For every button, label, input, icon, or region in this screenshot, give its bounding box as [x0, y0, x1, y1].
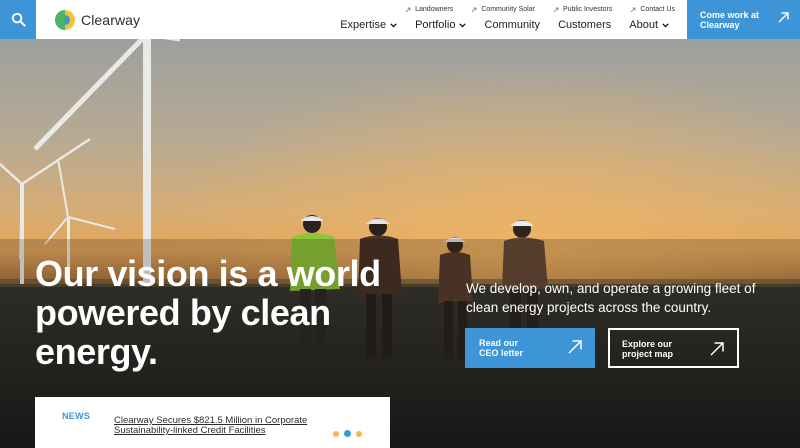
chevron-down-icon	[390, 22, 397, 28]
chevron-down-icon	[459, 22, 467, 28]
come-work-button[interactable]: Come work at Clearway	[687, 0, 800, 39]
site-header: Clearway Landowners Community Solar Publ…	[0, 0, 800, 39]
nav-label: Community	[484, 19, 541, 31]
nav-about[interactable]: About	[629, 19, 669, 31]
carousel-dot[interactable]	[333, 430, 339, 437]
clearway-logo[interactable]: Clearway	[54, 9, 140, 31]
util-link-community-solar[interactable]: Community Solar	[471, 6, 535, 13]
news-label: NEWS	[62, 411, 91, 421]
news-headline-link[interactable]: Clearway Secures $821.5 Million in Corpo…	[114, 416, 344, 436]
nav-portfolio[interactable]: Portfolio	[415, 19, 467, 31]
headline-line-1: Our vision is a world	[35, 253, 381, 294]
nav-label: Customers	[558, 19, 612, 31]
hero-subhead: We develop, own, and operate a growing f…	[466, 281, 756, 315]
util-link-public-investors[interactable]: Public Investors	[553, 6, 612, 13]
hero-section: Our vision is a world powered by clean e…	[0, 39, 800, 448]
read-ceo-letter-button[interactable]: Read our CEO letter	[465, 328, 595, 368]
headline-line-3: energy.	[35, 331, 158, 372]
util-link-label: Landowners	[415, 6, 454, 13]
nav-customers[interactable]: Customers	[558, 19, 611, 31]
news-card: NEWS Clearway Secures $821.5 Million in …	[35, 397, 390, 448]
util-link-contact-us[interactable]: Contact Us	[630, 6, 675, 13]
arrow-up-right-icon	[568, 340, 582, 354]
hero-headline: Our vision is a world powered by clean e…	[35, 254, 415, 371]
carousel-dots	[333, 430, 362, 437]
utility-nav: Landowners Community Solar Public Invest…	[405, 6, 675, 13]
external-link-icon	[553, 7, 559, 12]
util-link-label: Contact Us	[640, 6, 675, 13]
arrow-up-right-icon	[710, 342, 724, 356]
external-link-icon	[405, 7, 411, 12]
util-link-landowners[interactable]: Landowners	[405, 6, 453, 13]
nav-expertise[interactable]: Expertise	[340, 19, 397, 31]
search-icon	[11, 12, 26, 27]
util-link-label: Community Solar	[481, 6, 535, 13]
chevron-down-icon	[662, 22, 669, 28]
nav-community[interactable]: Community	[484, 19, 540, 31]
nav-label: Expertise	[340, 19, 387, 31]
nav-label: Portfolio	[415, 19, 456, 31]
arrow-up-right-icon	[778, 12, 789, 23]
search-button[interactable]	[0, 0, 36, 39]
headline-line-2: powered by clean	[35, 292, 331, 333]
nav-label: About	[629, 19, 658, 31]
clearway-logo-icon	[55, 10, 75, 30]
explore-project-map-button[interactable]: Explore our project map	[608, 328, 739, 368]
logo-text: Clearway	[81, 12, 141, 28]
external-link-icon	[471, 7, 477, 12]
util-link-label: Public Investors	[562, 6, 613, 13]
hero-photo-wind-farm-workers	[0, 39, 800, 448]
carousel-dot[interactable]	[356, 430, 362, 437]
external-link-icon	[631, 7, 636, 12]
main-nav: Expertise Portfolio Community Customers …	[340, 19, 669, 31]
carousel-dot-active[interactable]	[344, 430, 351, 437]
